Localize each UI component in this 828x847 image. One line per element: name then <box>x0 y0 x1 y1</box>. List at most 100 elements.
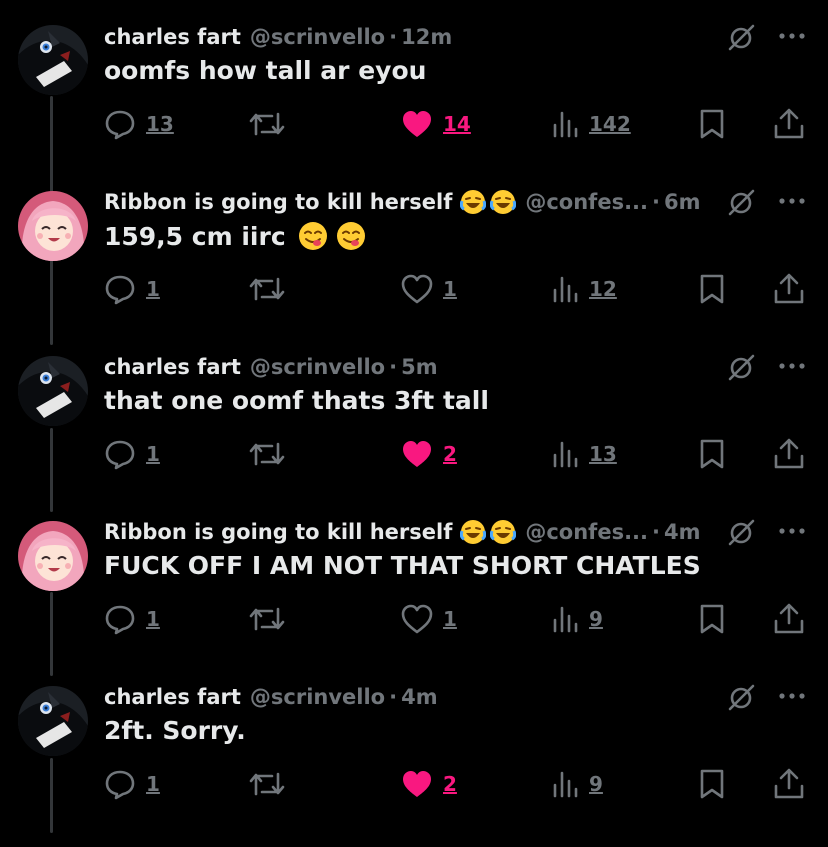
like-button[interactable]: 2 <box>401 436 457 472</box>
avatar[interactable] <box>18 521 88 591</box>
retweet-button[interactable] <box>248 106 286 142</box>
bookmark-button[interactable] <box>698 271 726 307</box>
retweet-button[interactable] <box>248 271 286 307</box>
retweet-button[interactable] <box>248 766 286 802</box>
tweet[interactable]: charles fart @scrinvello · 12m oomfs how… <box>0 22 828 187</box>
view-count: 9 <box>589 772 603 796</box>
like-button[interactable]: 14 <box>401 106 471 142</box>
like-button[interactable]: 1 <box>401 271 457 307</box>
reply-button[interactable]: 1 <box>104 436 160 472</box>
reply-button[interactable]: 1 <box>104 766 160 802</box>
views-button[interactable]: 12 <box>551 271 617 307</box>
laughing-emoji-icon <box>490 190 517 214</box>
tweet-text: 2ft. Sorry. <box>104 716 246 745</box>
more-icon[interactable] <box>778 692 806 700</box>
tweet-text: oomfs how tall ar eyou <box>104 56 426 85</box>
share-button[interactable] <box>772 601 806 637</box>
tweet-header: Ribbon is going to kill herself @confes.… <box>104 517 700 547</box>
author-name[interactable]: charles fart <box>104 25 241 49</box>
bookmark-button[interactable] <box>698 601 726 637</box>
grok-icon[interactable] <box>726 682 756 712</box>
more-icon[interactable] <box>778 32 806 40</box>
author-handle[interactable]: @scrinvello <box>250 355 385 379</box>
grok-icon[interactable] <box>726 517 756 547</box>
more-icon[interactable] <box>778 362 806 370</box>
timestamp[interactable]: 4m <box>401 685 438 709</box>
ribbon-avatar-image <box>18 191 88 261</box>
reply-count: 1 <box>146 772 160 796</box>
like-button[interactable]: 2 <box>401 766 457 802</box>
reply-button[interactable]: 1 <box>104 601 160 637</box>
views-icon <box>553 771 578 798</box>
views-icon <box>553 606 578 633</box>
view-count: 142 <box>589 112 631 136</box>
reply-icon <box>105 440 135 470</box>
author-name[interactable]: Ribbon is going to kill herself <box>104 190 452 214</box>
more-icon[interactable] <box>778 197 806 205</box>
action-bar: 1 2 9 <box>0 766 828 802</box>
tweet-text-content: that one oomf thats 3ft tall <box>104 386 489 415</box>
text-emoji <box>298 221 366 251</box>
grok-icon[interactable] <box>726 22 756 52</box>
avatar[interactable] <box>18 686 88 756</box>
tweet-text-content: oomfs how tall ar eyou <box>104 56 427 85</box>
share-button[interactable] <box>772 106 806 142</box>
grok-icon[interactable] <box>726 187 756 217</box>
action-bar: 1 1 9 <box>0 601 828 637</box>
retweet-button[interactable] <box>248 436 286 472</box>
views-button[interactable]: 9 <box>551 766 603 802</box>
like-button[interactable]: 1 <box>401 601 457 637</box>
share-icon <box>774 438 804 469</box>
heart-icon <box>403 771 431 797</box>
reply-icon <box>105 275 135 305</box>
tweet-text: 159,5 cm iirc <box>104 221 366 251</box>
author-name[interactable]: Ribbon is going to kill herself <box>104 520 452 544</box>
tweet[interactable]: Ribbon is going to kill herself @confes.… <box>0 517 828 682</box>
views-icon <box>553 111 578 138</box>
avatar[interactable] <box>18 356 88 426</box>
retweet-icon <box>249 607 285 631</box>
share-icon <box>774 108 804 139</box>
bookmark-icon <box>700 274 724 304</box>
action-bar: 1 1 12 <box>0 271 828 307</box>
views-button[interactable]: 9 <box>551 601 603 637</box>
like-count: 2 <box>443 442 457 466</box>
tweet[interactable]: charles fart @scrinvello · 4m 2ft. Sorry… <box>0 682 828 847</box>
timestamp[interactable]: 4m <box>664 520 701 544</box>
share-button[interactable] <box>772 436 806 472</box>
reply-button[interactable]: 13 <box>104 106 174 142</box>
reply-button[interactable]: 1 <box>104 271 160 307</box>
views-button[interactable]: 142 <box>551 106 631 142</box>
share-button[interactable] <box>772 766 806 802</box>
views-button[interactable]: 13 <box>551 436 617 472</box>
more-icon[interactable] <box>778 527 806 535</box>
tweet-header: charles fart @scrinvello · 12m <box>104 22 452 52</box>
timestamp[interactable]: 6m <box>664 190 701 214</box>
retweet-icon <box>249 442 285 466</box>
author-handle[interactable]: @scrinvello <box>250 685 385 709</box>
timestamp[interactable]: 5m <box>401 355 438 379</box>
grok-icon[interactable] <box>726 352 756 382</box>
share-button[interactable] <box>772 271 806 307</box>
author-handle[interactable]: @confes... <box>525 190 648 214</box>
tweet-header: charles fart @scrinvello · 4m <box>104 682 438 712</box>
timestamp[interactable]: 12m <box>401 25 452 49</box>
tweet-text: that one oomf thats 3ft tall <box>104 386 489 415</box>
bookmark-button[interactable] <box>698 106 726 142</box>
retweet-button[interactable] <box>248 601 286 637</box>
laughing-emoji-icon <box>460 190 487 214</box>
bookmark-button[interactable] <box>698 436 726 472</box>
author-name[interactable]: charles fart <box>104 355 241 379</box>
author-handle[interactable]: @confes... <box>525 520 648 544</box>
heart-icon <box>403 441 431 467</box>
avatar[interactable] <box>18 191 88 261</box>
avatar[interactable] <box>18 25 88 95</box>
tweet[interactable]: Ribbon is going to kill herself @confes.… <box>0 187 828 352</box>
tweet[interactable]: charles fart @scrinvello · 5m that one o… <box>0 352 828 517</box>
bookmark-button[interactable] <box>698 766 726 802</box>
heart-icon <box>403 111 431 137</box>
author-name[interactable]: charles fart <box>104 685 241 709</box>
retweet-icon <box>249 277 285 301</box>
author-handle[interactable]: @scrinvello <box>250 25 385 49</box>
reply-count: 1 <box>146 607 160 631</box>
